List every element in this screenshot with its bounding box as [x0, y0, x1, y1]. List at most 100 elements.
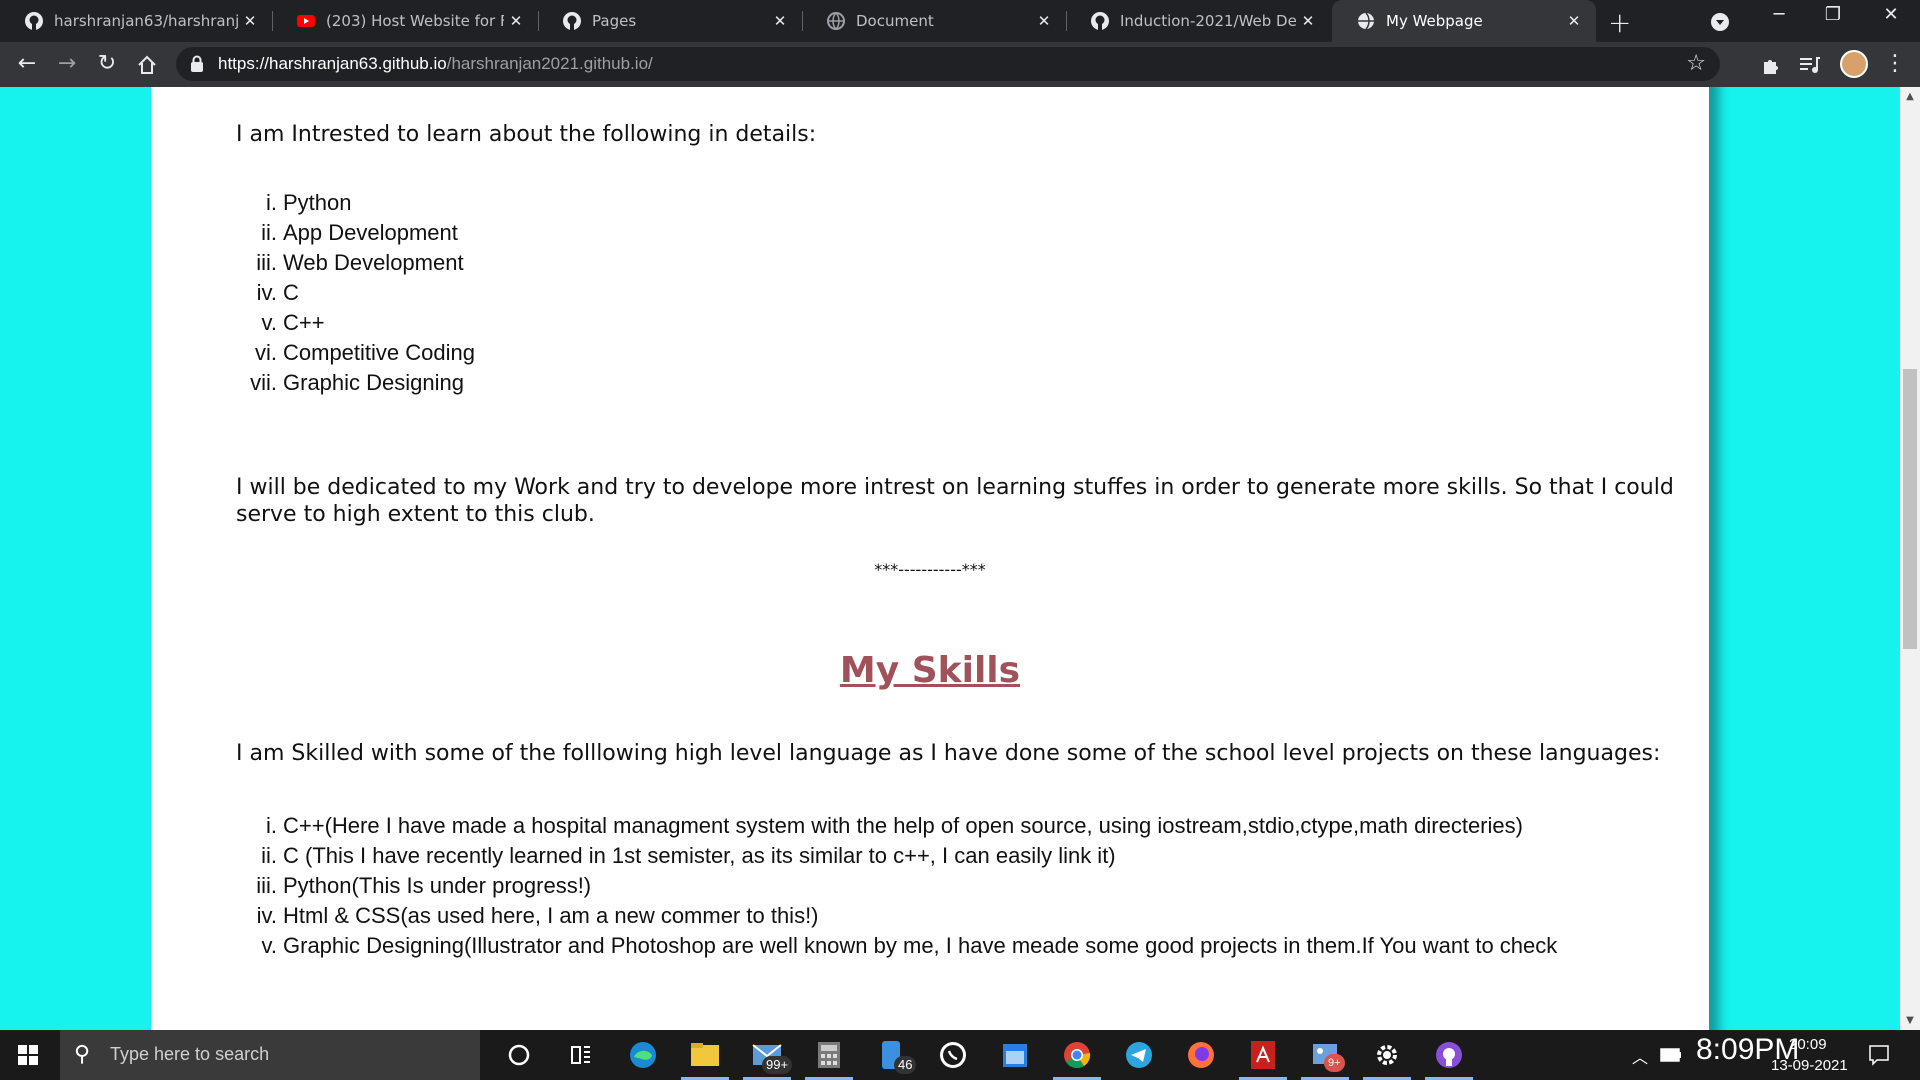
- tab-my-webpage[interactable]: My Webpage ✕: [1332, 0, 1596, 42]
- github-icon: [563, 12, 581, 30]
- tab-title: Document: [856, 12, 934, 30]
- more-menu-icon[interactable]: ⋮: [1882, 53, 1908, 75]
- interest-intro: I am Intrested to learn about the follow…: [236, 122, 817, 147]
- github-icon: [1091, 12, 1109, 30]
- back-icon[interactable]: ←: [14, 53, 40, 75]
- github-desktop-icon[interactable]: [1432, 1038, 1466, 1072]
- list-text: Html & CSS(as used here, I am a new comm…: [283, 903, 819, 928]
- windows-start-icon[interactable]: [18, 1045, 38, 1065]
- pdf-reader-icon[interactable]: [1246, 1038, 1280, 1072]
- clock-date[interactable]: 13-09-2021: [1771, 1057, 1848, 1074]
- home-icon[interactable]: [136, 54, 158, 76]
- search-icon: ⚲: [74, 1042, 91, 1067]
- task-view-icon[interactable]: [564, 1038, 598, 1072]
- url-text: https://harshranjan63.github.io/harshran…: [218, 54, 653, 74]
- list-number: vii.: [250, 370, 277, 395]
- github-icon: [25, 12, 43, 30]
- dedication-line-1: I will be dedicated to my Work and try t…: [236, 475, 1674, 500]
- notifications-icon[interactable]: [1868, 1044, 1890, 1066]
- mail-badge: 99+: [762, 1056, 793, 1074]
- list-text: C++: [283, 310, 325, 335]
- list-number: iv.: [256, 280, 277, 305]
- content-card: I am Intrested to learn about the follow…: [151, 87, 1709, 1030]
- list-text: Python: [283, 190, 352, 215]
- scrollbar-thumb[interactable]: [1903, 369, 1917, 649]
- url-path: /harshranjan2021.github.io/: [446, 54, 653, 73]
- tab-title: harshranjan63/harshranjan2: [54, 12, 238, 30]
- list-number: iii.: [256, 250, 277, 275]
- forward-icon[interactable]: →: [54, 53, 80, 75]
- file-explorer-icon[interactable]: [688, 1038, 722, 1072]
- battery-icon[interactable]: [1660, 1048, 1682, 1062]
- list-text: Competitive Coding: [283, 340, 475, 365]
- minimize-icon[interactable]: ─: [1756, 4, 1802, 25]
- tab-pages[interactable]: Pages ✕: [538, 0, 802, 42]
- chrome-icon[interactable]: [1060, 1038, 1094, 1072]
- tab-search-icon[interactable]: [1710, 12, 1730, 32]
- whatsapp-icon[interactable]: [936, 1038, 970, 1072]
- media-control-icon[interactable]: [1798, 54, 1820, 76]
- list-text: C: [283, 280, 299, 305]
- tab-document[interactable]: Document ✕: [802, 0, 1066, 42]
- dedication-paragraph: I will be dedicated to my Work and try t…: [236, 474, 1674, 528]
- calendar-icon[interactable]: [998, 1038, 1032, 1072]
- restore-icon[interactable]: ❐: [1810, 4, 1856, 25]
- tab-title: Induction-2021/Web Devel: [1120, 12, 1296, 30]
- close-tab-icon[interactable]: ✕: [1296, 12, 1320, 30]
- skills-intro: I am Skilled with some of the folllowing…: [236, 741, 1661, 766]
- scroll-down-arrow-icon[interactable]: ▼: [1900, 1015, 1920, 1026]
- taskbar-search-box[interactable]: ⚲ Type here to search: [60, 1030, 480, 1080]
- page-scrollbar[interactable]: ▲ ▼: [1900, 87, 1920, 1030]
- skills-heading: My Skills: [839, 650, 1021, 691]
- app-badge: 46: [894, 1056, 917, 1074]
- reload-icon[interactable]: ↻: [94, 53, 120, 75]
- page-viewport: I am Intrested to learn about the follow…: [0, 87, 1900, 1030]
- close-tab-icon[interactable]: ✕: [504, 12, 528, 30]
- tab-github-repo[interactable]: harshranjan63/harshranjan2 ✕: [0, 0, 272, 42]
- clock-time[interactable]: 20:09: [1789, 1036, 1827, 1053]
- tab-title: (203) Host Website for FREE: [326, 12, 504, 30]
- list-number: iii.: [256, 873, 277, 898]
- extensions-puzzle-icon[interactable]: [1760, 54, 1782, 76]
- globe-icon: [827, 12, 845, 30]
- settings-gear-icon[interactable]: [1370, 1038, 1404, 1072]
- list-text: Python(This Is under progress!): [283, 873, 592, 898]
- scroll-up-arrow-icon[interactable]: ▲: [1900, 91, 1920, 102]
- firefox-icon[interactable]: [1184, 1038, 1218, 1072]
- lock-icon[interactable]: [190, 55, 204, 73]
- close-tab-icon[interactable]: ✕: [238, 12, 262, 30]
- list-number: vi.: [255, 340, 277, 365]
- tab-title: My Webpage: [1386, 12, 1483, 30]
- tab-youtube[interactable]: (203) Host Website for FREE ✕: [272, 0, 538, 42]
- address-bar[interactable]: https://harshranjan63.github.io/harshran…: [176, 47, 1720, 81]
- list-text: App Development: [283, 220, 458, 245]
- globe-icon: [1358, 12, 1374, 30]
- list-text: Web Development: [283, 250, 464, 275]
- edge-browser-icon[interactable]: [626, 1038, 660, 1072]
- close-tab-icon[interactable]: ✕: [1032, 12, 1056, 30]
- list-text: Graphic Designing(Illustrator and Photos…: [283, 933, 1558, 958]
- show-hidden-icons-chevron-icon[interactable]: ︿: [1632, 1044, 1648, 1068]
- calculator-icon[interactable]: [812, 1038, 846, 1072]
- list-text: C++(Here I have made a hospital managmen…: [283, 813, 1523, 838]
- windows-taskbar: ⚲ Type here to search 99+ 46 9+ ︿ 8:09PM…: [0, 1030, 1920, 1080]
- cortana-icon[interactable]: [502, 1038, 536, 1072]
- list-number: i.: [266, 190, 277, 215]
- telegram-icon[interactable]: [1122, 1038, 1156, 1072]
- browser-toolbar: ← → ↻ https://harshranjan63.github.io/ha…: [0, 42, 1920, 87]
- bookmark-star-icon[interactable]: ☆: [1686, 51, 1706, 76]
- list-number: ii.: [261, 220, 277, 245]
- search-placeholder: Type here to search: [110, 1044, 270, 1064]
- section-divider: ***-----------***: [874, 560, 986, 579]
- tab-induction[interactable]: Induction-2021/Web Devel ✕: [1066, 0, 1330, 42]
- new-tab-button[interactable]: +: [1608, 6, 1631, 39]
- close-window-icon[interactable]: ✕: [1868, 4, 1914, 25]
- list-number: ii.: [261, 843, 277, 868]
- dedication-line-2: serve to high extent to this club.: [236, 502, 595, 527]
- close-tab-icon[interactable]: ✕: [768, 12, 792, 30]
- list-number: v.: [261, 310, 277, 335]
- list-text: C (This I have recently learned in 1st s…: [283, 843, 1116, 868]
- profile-avatar[interactable]: [1840, 50, 1868, 78]
- close-tab-icon[interactable]: ✕: [1562, 12, 1586, 30]
- list-number: v.: [261, 933, 277, 958]
